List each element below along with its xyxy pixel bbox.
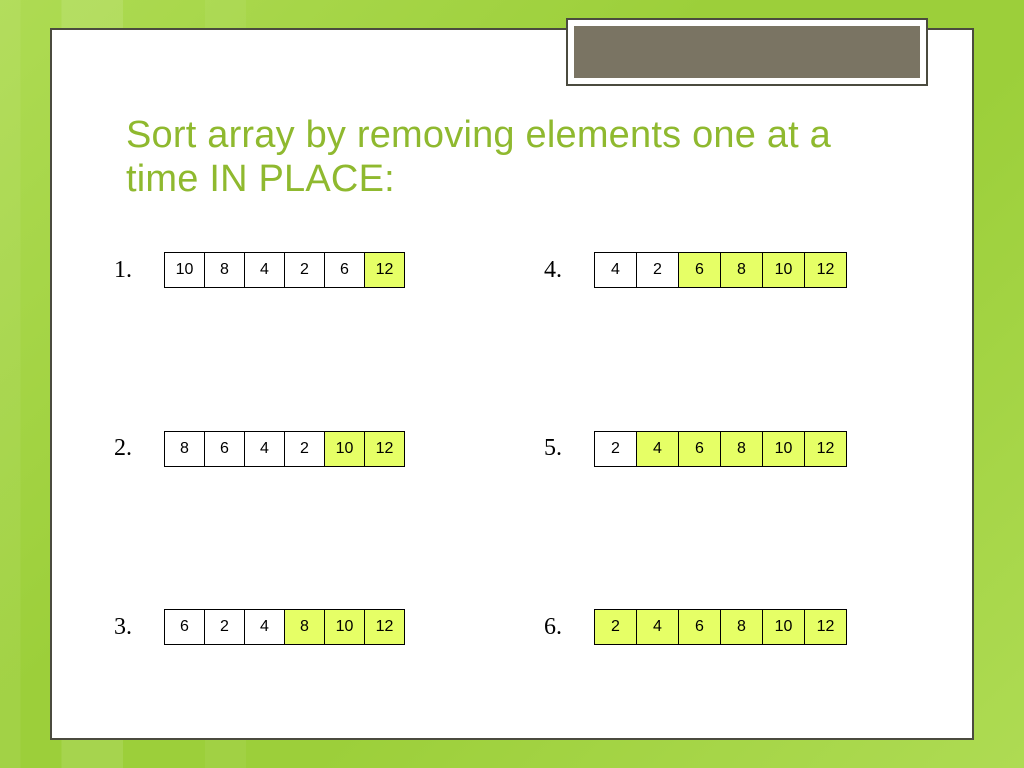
array-cell: 2	[594, 431, 637, 467]
array-row: 6 2 4 8 10 12	[164, 609, 405, 645]
array-cell: 4	[636, 609, 679, 645]
array-cell: 4	[244, 431, 285, 467]
array-cell: 12	[804, 609, 847, 645]
array-cell: 2	[284, 431, 325, 467]
array-cell: 4	[244, 609, 285, 645]
array-cell: 6	[204, 431, 245, 467]
step-number: 2.	[114, 435, 146, 462]
array-row: 2 4 6 8 10 12	[594, 609, 847, 645]
array-cell: 4	[594, 252, 637, 288]
array-row: 4 2 6 8 10 12	[594, 252, 847, 288]
step-number: 6.	[544, 614, 576, 641]
step-number: 1.	[114, 257, 146, 284]
slide-background: Sort array by removing elements one at a…	[0, 0, 1024, 768]
array-cell: 10	[324, 431, 365, 467]
array-cell: 8	[284, 609, 325, 645]
array-cell: 2	[594, 609, 637, 645]
step-4: 4. 4 2 6 8 10 12	[544, 252, 914, 288]
array-cell: 10	[324, 609, 365, 645]
array-cell: 10	[164, 252, 205, 288]
array-cell: 12	[364, 252, 405, 288]
array-cell: 8	[204, 252, 245, 288]
array-row: 8 6 4 2 10 12	[164, 431, 405, 467]
array-cell: 4	[636, 431, 679, 467]
step-3: 3. 6 2 4 8 10 12	[114, 609, 484, 645]
slide-title: Sort array by removing elements one at a…	[126, 114, 886, 201]
step-1: 1. 10 8 4 2 6 12	[114, 252, 484, 288]
step-number: 4.	[544, 257, 576, 284]
array-cell: 2	[636, 252, 679, 288]
step-number: 5.	[544, 435, 576, 462]
array-cell: 12	[804, 252, 847, 288]
array-cell: 10	[762, 252, 805, 288]
array-cell: 6	[678, 252, 721, 288]
array-cell: 4	[244, 252, 285, 288]
array-cell: 6	[164, 609, 205, 645]
step-6: 6. 2 4 6 8 10 12	[544, 609, 914, 645]
array-row: 2 4 6 8 10 12	[594, 431, 847, 467]
array-cell: 12	[804, 431, 847, 467]
array-cell: 8	[164, 431, 205, 467]
content-panel: Sort array by removing elements one at a…	[50, 28, 974, 740]
decorative-tab	[568, 20, 926, 84]
array-cell: 8	[720, 609, 763, 645]
array-cell: 12	[364, 609, 405, 645]
array-cell: 2	[284, 252, 325, 288]
array-cell: 10	[762, 431, 805, 467]
steps-grid: 1. 10 8 4 2 6 12 2. 8 6 4 2 10	[114, 252, 914, 692]
array-cell: 6	[324, 252, 365, 288]
step-2: 2. 8 6 4 2 10 12	[114, 431, 484, 467]
array-cell: 2	[204, 609, 245, 645]
step-number: 3.	[114, 614, 146, 641]
array-cell: 12	[364, 431, 405, 467]
array-cell: 6	[678, 431, 721, 467]
array-cell: 8	[720, 252, 763, 288]
array-cell: 8	[720, 431, 763, 467]
array-row: 10 8 4 2 6 12	[164, 252, 405, 288]
step-5: 5. 2 4 6 8 10 12	[544, 431, 914, 467]
array-cell: 10	[762, 609, 805, 645]
array-cell: 6	[678, 609, 721, 645]
